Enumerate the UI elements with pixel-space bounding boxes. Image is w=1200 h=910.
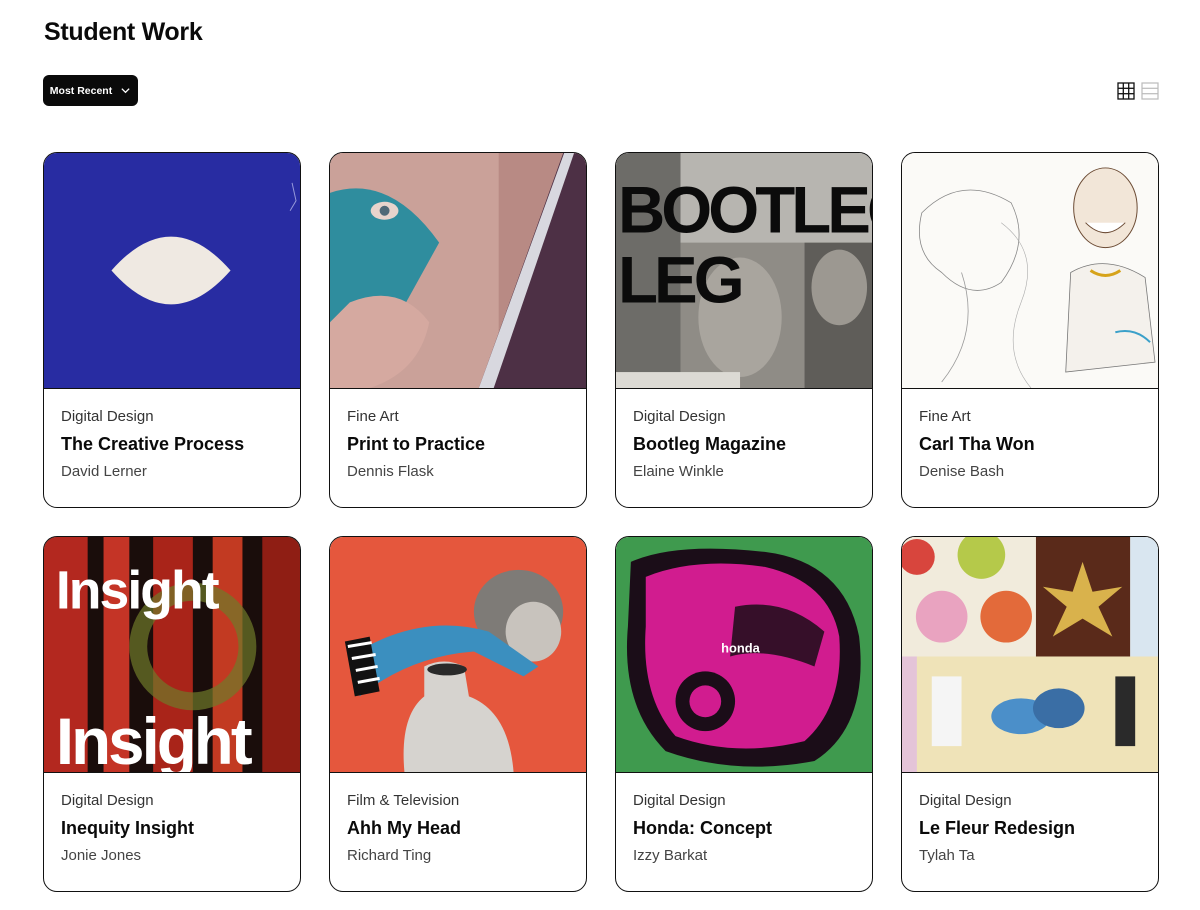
card-author: Izzy Barkat [633, 847, 708, 864]
card-author: David Lerner [61, 463, 147, 480]
image-headline: BOOTLEG [618, 174, 872, 247]
card-image [902, 537, 1158, 773]
card-author: Tylah Ta [919, 847, 975, 864]
card-category: Digital Design [61, 792, 154, 809]
card-image [330, 153, 586, 389]
svg-text:LEG: LEG [618, 243, 741, 316]
sort-label: Most Recent [49, 84, 113, 97]
view-toggle [1117, 82, 1159, 100]
card-category: Digital Design [633, 792, 726, 809]
card-author: Denise Bash [919, 463, 1005, 480]
card-image: Insight Insight [44, 537, 300, 773]
card-title: Le Fleur Redesign [919, 818, 1076, 838]
card-category: Digital Design [61, 408, 154, 425]
card-category: Film & Television [347, 792, 460, 809]
work-card[interactable]: Digital Design The Creative Process Davi… [43, 152, 301, 508]
chevron-down-icon [121, 88, 130, 94]
card-title: Honda: Concept [633, 818, 772, 838]
work-card[interactable]: Digital Design Le Fleur Redesign Tylah T… [901, 536, 1159, 892]
card-image [330, 537, 586, 773]
card-author: Jonie Jones [61, 847, 142, 864]
card-author: Dennis Flask [347, 463, 434, 480]
card-title: Inequity Insight [61, 818, 194, 838]
card-title: The Creative Process [61, 434, 245, 454]
list-view-icon[interactable] [1141, 82, 1159, 100]
card-category: Digital Design [633, 408, 726, 425]
work-card[interactable]: Fine Art Print to Practice Dennis Flask [329, 152, 587, 508]
card-category: Fine Art [347, 408, 399, 425]
card-title: Carl Tha Won [919, 434, 1035, 454]
page-title: Student Work [44, 18, 203, 46]
work-card[interactable]: Insight Insight Digital Design Inequity … [43, 536, 301, 892]
work-card[interactable]: Film & Television Ahh My Head Richard Ti… [329, 536, 587, 892]
image-headline: Insight [56, 705, 253, 773]
card-title: Bootleg Magazine [633, 434, 787, 454]
card-image [44, 153, 300, 389]
student-work-grid: Digital Design The Creative Process Davi… [43, 152, 1159, 892]
card-image [902, 153, 1158, 389]
card-author: Richard Ting [347, 847, 432, 864]
sort-dropdown-button[interactable]: Most Recent [43, 75, 138, 106]
card-category: Digital Design [919, 792, 1012, 809]
work-card[interactable]: honda Digital Design Honda: Concept Izzy… [615, 536, 873, 892]
card-title: Ahh My Head [347, 818, 462, 838]
image-headline: Insight [56, 561, 220, 621]
card-category: Fine Art [919, 408, 971, 425]
grid-view-icon[interactable] [1117, 82, 1135, 100]
work-card[interactable]: Fine Art Carl Tha Won Denise Bash [901, 152, 1159, 508]
card-image: BOOTLEG LEG [616, 153, 872, 389]
image-brand-text: honda [721, 640, 760, 655]
card-author: Elaine Winkle [633, 463, 724, 480]
card-title: Print to Practice [347, 434, 486, 454]
card-image: honda [616, 537, 872, 773]
work-card[interactable]: BOOTLEG LEG Digital Design Bootleg Magaz… [615, 152, 873, 508]
